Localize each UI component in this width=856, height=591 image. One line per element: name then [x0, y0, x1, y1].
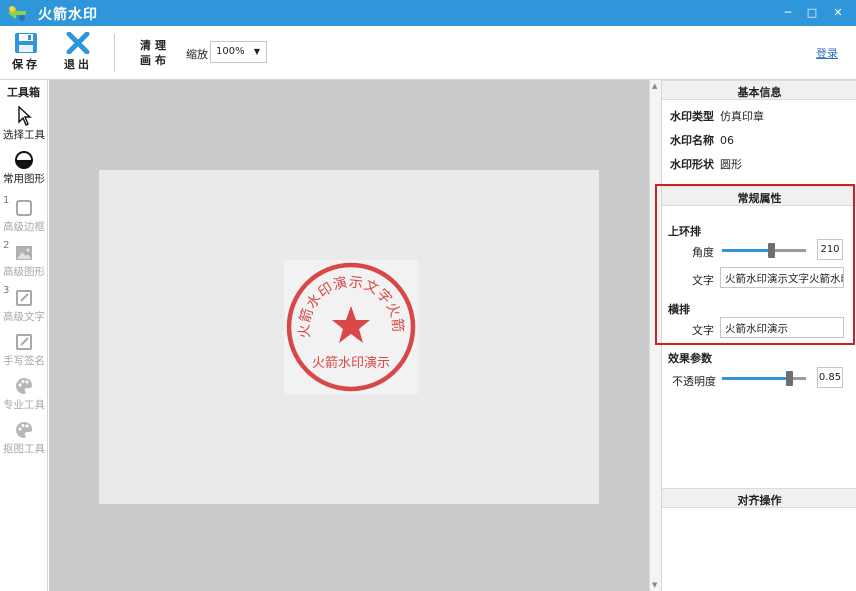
palette-icon — [16, 378, 32, 394]
scroll-up-icon[interactable]: ▲ — [652, 82, 657, 90]
tool-label: 高级文字 — [3, 311, 45, 323]
main-toolbar: 保存 退出 清理 画布 缩放 100% ▼ 登录 — [0, 26, 856, 80]
tool-advanced-border[interactable]: 1 高级边框 — [0, 195, 48, 242]
step-number: 1 — [3, 195, 10, 206]
info-value: 仿真印章 — [720, 110, 764, 123]
info-label: 水印类型 — [670, 110, 714, 123]
canvas-paper[interactable]: 火箭水印演示文字火箭水印 火箭水印演示 — [99, 170, 599, 504]
tool-label: 高级边框 — [3, 221, 45, 233]
opacity-label: 不透明度 — [672, 375, 716, 388]
canvas-area[interactable]: 火箭水印演示文字火箭水印 火箭水印演示 — [49, 80, 649, 591]
star-icon — [332, 306, 370, 343]
zoom-select[interactable]: 100% ▼ — [210, 41, 267, 63]
toolbar-divider — [114, 34, 115, 72]
zoom-value: 100% — [216, 46, 245, 57]
clear-label-line1: 清理 — [140, 39, 170, 52]
login-link[interactable]: 登录 — [816, 45, 838, 61]
info-row-name: 水印名称 06 — [670, 132, 734, 148]
save-button[interactable]: 保存 — [8, 32, 44, 72]
zoom-label: 缩放 — [186, 48, 208, 61]
info-value: 圆形 — [720, 158, 742, 171]
highlight-annotation-box — [655, 184, 855, 345]
tool-advanced-graphic[interactable]: 2 高级图形 — [0, 240, 48, 287]
scroll-down-icon[interactable]: ▼ — [652, 581, 657, 589]
info-row-shape: 水印形状 圆形 — [670, 156, 742, 172]
tool-label: 高级图形 — [3, 266, 45, 278]
opacity-slider[interactable] — [722, 371, 806, 386]
close-button[interactable]: ✕ — [826, 2, 850, 24]
minimize-button[interactable]: ─ — [776, 2, 800, 24]
tool-label: 抠图工具 — [3, 443, 45, 455]
tool-professional[interactable]: 专业工具 — [0, 376, 48, 420]
image-icon — [16, 246, 32, 260]
clear-label-line2: 画布 — [140, 54, 170, 67]
align-header: 对齐操作 — [662, 488, 856, 508]
tool-label: 选择工具 — [3, 129, 45, 141]
info-row-type: 水印类型 仿真印章 — [670, 108, 764, 124]
step-number: 2 — [3, 240, 10, 251]
basic-info-header: 基本信息 — [662, 80, 856, 100]
stamp-bottom-text: 火箭水印演示 — [312, 355, 390, 371]
maximize-button[interactable]: □ — [800, 2, 824, 24]
cursor-arrow-icon — [18, 106, 32, 126]
tool-handwritten-signature[interactable]: 手写签名 — [0, 332, 48, 376]
tool-cutout[interactable]: 抠图工具 — [0, 420, 48, 464]
opacity-slider-fill — [722, 377, 790, 380]
exit-x-icon — [66, 32, 90, 54]
info-label: 水印形状 — [670, 158, 714, 171]
clear-canvas-button[interactable]: 清理 画布 — [140, 38, 170, 68]
pen-signature-icon — [16, 334, 32, 350]
toolbox-panel: 工具箱 选择工具 常用图形 1 高级边框 2 高级图形 3 高级文字 手写签名 … — [0, 80, 48, 591]
square-frame-icon — [16, 200, 32, 216]
title-bar: 火箭水印 ─ □ ✕ — [0, 0, 856, 26]
save-icon — [15, 33, 37, 53]
app-title: 火箭水印 — [38, 7, 98, 23]
tool-common-shape[interactable]: 常用图形 — [0, 150, 48, 194]
step-number: 3 — [3, 285, 10, 296]
save-label: 保存 — [12, 58, 40, 71]
edit-text-icon — [16, 290, 32, 306]
info-label: 水印名称 — [670, 134, 714, 147]
dropdown-arrow-icon: ▼ — [253, 47, 260, 56]
effects-title: 效果参数 — [668, 352, 712, 365]
seal-stamp[interactable]: 火箭水印演示文字火箭水印 火箭水印演示 — [284, 260, 418, 394]
circle-shape-icon — [15, 151, 33, 169]
exit-label: 退出 — [64, 58, 92, 71]
palette-cutout-icon — [16, 422, 32, 438]
app-logo-icon — [8, 6, 26, 21]
opacity-input[interactable]: 0.85 — [817, 367, 843, 388]
opacity-slider-thumb[interactable] — [786, 371, 794, 386]
tool-advanced-text[interactable]: 3 高级文字 — [0, 285, 48, 332]
tool-label: 常用图形 — [3, 173, 45, 185]
info-value: 06 — [720, 134, 734, 147]
tool-label: 手写签名 — [3, 355, 45, 367]
tool-select[interactable]: 选择工具 — [0, 106, 48, 150]
tool-label: 专业工具 — [3, 399, 45, 411]
toolbox-title: 工具箱 — [7, 86, 40, 99]
exit-button[interactable]: 退出 — [60, 32, 96, 72]
